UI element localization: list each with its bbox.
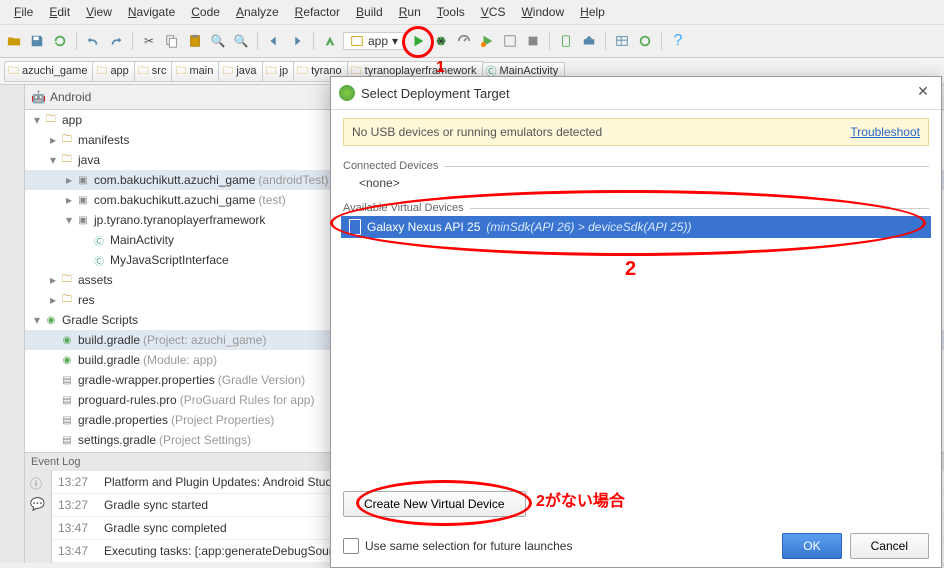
menu-help[interactable]: Help xyxy=(572,2,613,22)
run-button[interactable] xyxy=(408,31,428,51)
balloon-icon[interactable]: 💬 xyxy=(30,497,46,513)
create-virtual-device-button[interactable]: Create New Virtual Device xyxy=(343,491,526,517)
annotation-label-button: 2がない場合 xyxy=(536,487,625,511)
run-config-selector[interactable]: app ▾ xyxy=(343,32,405,50)
warning-banner: No USB devices or running emulators dete… xyxy=(343,118,929,146)
warning-text: No USB devices or running emulators dete… xyxy=(352,125,850,139)
profile-icon[interactable] xyxy=(454,31,474,51)
breadcrumb-item[interactable]: 🗀azuchi_game xyxy=(4,61,94,82)
connected-devices-label: Connected Devices xyxy=(343,160,929,172)
dialog-title: Select Deployment Target xyxy=(361,86,913,101)
replace-icon[interactable]: 🔍 xyxy=(231,31,251,51)
menu-run[interactable]: Run xyxy=(391,2,429,22)
refresh-icon[interactable] xyxy=(50,31,70,51)
avd-icon[interactable] xyxy=(556,31,576,51)
forward-icon[interactable] xyxy=(287,31,307,51)
checkbox-label: Use same selection for future launches xyxy=(365,539,572,553)
menu-refactor[interactable]: Refactor xyxy=(287,2,348,22)
undo-icon[interactable] xyxy=(83,31,103,51)
toolbar: ✂ 🔍 🔍 app ▾ ? xyxy=(0,25,944,58)
menu-tools[interactable]: Tools xyxy=(429,2,473,22)
left-gutter xyxy=(0,85,25,563)
dialog-footer: Use same selection for future launches O… xyxy=(331,525,941,567)
build-icon[interactable] xyxy=(320,31,340,51)
help-icon[interactable]: ? xyxy=(668,31,688,51)
troubleshoot-link[interactable]: Troubleshoot xyxy=(850,125,920,139)
remember-selection-checkbox[interactable]: Use same selection for future launches xyxy=(343,538,572,554)
menu-analyze[interactable]: Analyze xyxy=(228,2,287,22)
checkbox-icon xyxy=(343,538,359,554)
breadcrumb-item[interactable]: 🗀main xyxy=(171,61,220,82)
menu-vcs[interactable]: VCS xyxy=(473,2,514,22)
menu-build[interactable]: Build xyxy=(348,2,391,22)
breadcrumb-item[interactable]: 🗀app xyxy=(92,61,135,82)
coverage-icon[interactable] xyxy=(500,31,520,51)
chevron-down-icon: ▾ xyxy=(392,34,398,48)
back-icon[interactable] xyxy=(264,31,284,51)
stop-icon[interactable] xyxy=(523,31,543,51)
debug-icon[interactable] xyxy=(431,31,451,51)
save-icon[interactable] xyxy=(27,31,47,51)
virtual-device-row[interactable]: Galaxy Nexus API 25 (minSdk(API 26) > de… xyxy=(341,216,931,238)
connected-devices-none: <none> xyxy=(343,174,929,198)
sync-icon[interactable] xyxy=(635,31,655,51)
cut-icon[interactable]: ✂ xyxy=(139,31,159,51)
android-studio-icon xyxy=(339,85,355,101)
menu-view[interactable]: View xyxy=(78,2,120,22)
module-icon xyxy=(350,34,364,48)
phone-icon xyxy=(349,219,361,235)
dialog-titlebar: Select Deployment Target ✕ xyxy=(331,77,941,110)
paste-icon[interactable] xyxy=(185,31,205,51)
annotation-label-1: 1 xyxy=(436,59,445,77)
device-warning: (minSdk(API 26) > deviceSdk(API 25)) xyxy=(486,220,691,234)
menu-file[interactable]: File xyxy=(6,2,41,22)
close-icon[interactable]: ✕ xyxy=(913,83,933,103)
copy-icon[interactable] xyxy=(162,31,182,51)
redo-icon[interactable] xyxy=(106,31,126,51)
breadcrumb-item[interactable]: 🗀jp xyxy=(262,61,296,82)
available-devices-label: Available Virtual Devices xyxy=(343,202,929,214)
menu-code[interactable]: Code xyxy=(183,2,228,22)
info-icon[interactable]: ⓘ xyxy=(30,475,46,491)
find-icon[interactable]: 🔍 xyxy=(208,31,228,51)
menu-navigate[interactable]: Navigate xyxy=(120,2,183,22)
open-icon[interactable] xyxy=(4,31,24,51)
breadcrumb-item[interactable]: 🗀src xyxy=(134,61,174,82)
deployment-target-dialog: Select Deployment Target ✕ No USB device… xyxy=(330,76,942,568)
menu-window[interactable]: Window xyxy=(513,2,572,22)
android-icon: 🤖 xyxy=(31,90,46,104)
sdk-icon[interactable] xyxy=(579,31,599,51)
run-config-label: app xyxy=(368,34,388,48)
attach-icon[interactable] xyxy=(477,31,497,51)
structure-icon[interactable] xyxy=(612,31,632,51)
cancel-button[interactable]: Cancel xyxy=(850,533,929,559)
breadcrumb-item[interactable]: 🗀java xyxy=(218,61,263,82)
ok-button[interactable]: OK xyxy=(782,533,841,559)
menu-bar: FileEditViewNavigateCodeAnalyzeRefactorB… xyxy=(0,0,944,25)
device-name: Galaxy Nexus API 25 xyxy=(367,220,480,234)
menu-edit[interactable]: Edit xyxy=(41,2,78,22)
annotation-label-2: 2 xyxy=(625,258,636,281)
